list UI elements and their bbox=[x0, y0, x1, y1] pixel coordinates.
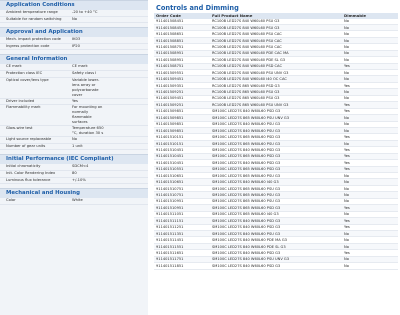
spec-value: White bbox=[72, 198, 83, 203]
spec-label: Optical cover/lens type bbox=[6, 77, 49, 82]
section-title: Application Conditions bbox=[0, 0, 148, 10]
order-code-cell: 911401511851 bbox=[154, 262, 210, 270]
spec-value: +/-10% bbox=[72, 177, 86, 182]
section-title: Approval and Application bbox=[0, 27, 148, 38]
general-information-section: General Information CE mark CE mark Prot… bbox=[0, 54, 148, 151]
mechanical-housing-section: Mechanical and Housing Color White bbox=[0, 188, 148, 205]
spec-row: Driver included Yes bbox=[0, 99, 148, 106]
spec-label: Mech. impact protection code bbox=[6, 37, 61, 42]
spec-value: CE mark bbox=[72, 64, 88, 69]
section-title: General Information bbox=[0, 54, 148, 65]
spec-value: No bbox=[72, 137, 78, 142]
spec-row: Init. Color Rendering Index 80 bbox=[0, 171, 148, 178]
spec-row: Color White bbox=[0, 198, 148, 205]
spec-value: IP20 bbox=[72, 43, 81, 48]
approval-application-section: Approval and Application Mech. impact pr… bbox=[0, 27, 148, 51]
spec-value: Variable lower- lens array or polycarbon… bbox=[72, 77, 100, 97]
spec-label: CE mark bbox=[6, 64, 22, 69]
spec-label: Flammability mark bbox=[6, 105, 41, 110]
spec-row: Protection class IEC Safety class I bbox=[0, 71, 148, 78]
table-row: 911401511851 SM100C LED27S 840 W60L60 PSD… bbox=[154, 262, 398, 270]
spec-row: Ingress protection code IP20 bbox=[0, 44, 148, 51]
controls-table: Order Code Full Product Name Dimmable 91… bbox=[154, 13, 398, 270]
spec-row: CE mark CE mark bbox=[0, 64, 148, 71]
spec-value: -20 to +40 °C bbox=[72, 10, 98, 14]
controls-table-body: 911401508451 RC100B LED27S 840 W60L60 PSU… bbox=[154, 18, 398, 270]
spec-label: Driver included bbox=[6, 98, 35, 103]
spec-label: Protection class IEC bbox=[6, 70, 43, 75]
controls-dimming-panel: Controls and Dimming Order Code Full Pro… bbox=[152, 0, 400, 315]
dimmable-cell: No bbox=[342, 262, 398, 270]
spec-label: Ingress protection code bbox=[6, 43, 50, 48]
spec-row: Ambient temperature range -20 to +40 °C bbox=[0, 10, 148, 17]
spec-value: SDCM<4 bbox=[72, 164, 89, 169]
spec-value: Temperature 650 °C, duration 30 s bbox=[72, 126, 104, 136]
spec-value: 80 bbox=[72, 170, 77, 175]
spec-row: Number of gear units 1 unit bbox=[0, 144, 148, 151]
spec-value: No bbox=[72, 16, 78, 21]
spec-label: Initial chromaticity bbox=[6, 164, 41, 169]
spec-row: Mech. impact protection code IK03 bbox=[0, 37, 148, 44]
spec-value: Safety class I bbox=[72, 70, 97, 75]
spec-label: Luminous flux tolerance bbox=[6, 177, 51, 182]
spec-label: Ambient temperature range bbox=[6, 10, 58, 14]
specifications-panel: Application Conditions Ambient temperatu… bbox=[0, 0, 148, 315]
spec-label: Init. Color Rendering Index bbox=[6, 170, 56, 175]
spec-row: Luminous flux tolerance +/-10% bbox=[0, 178, 148, 185]
spec-row: Light source replaceable No bbox=[0, 137, 148, 144]
spec-value: For mounting on normally flammable surfa… bbox=[72, 105, 103, 125]
product-name-cell: SM100C LED27S 840 W60L60 PSD G3 bbox=[210, 262, 342, 270]
section-title: Initial Performance (IEC Compliant) bbox=[0, 154, 148, 165]
spec-row: Initial chromaticity SDCM<4 bbox=[0, 164, 148, 171]
spec-label: Glow-wire test bbox=[6, 126, 33, 131]
spec-value: Yes bbox=[72, 98, 78, 103]
spec-row: Suitable for random switching No bbox=[0, 17, 148, 24]
spec-row: Optical cover/lens type Variable lower- … bbox=[0, 78, 148, 99]
section-title: Mechanical and Housing bbox=[0, 188, 148, 199]
application-conditions-section: Application Conditions Ambient temperatu… bbox=[0, 0, 148, 24]
spec-value: IK03 bbox=[72, 37, 81, 42]
spec-row: Glow-wire test Temperature 650 °C, durat… bbox=[0, 126, 148, 138]
controls-title: Controls and Dimming bbox=[156, 4, 239, 12]
spec-label: Light source replaceable bbox=[6, 137, 52, 142]
spec-label: Suitable for random switching bbox=[6, 16, 62, 21]
initial-performance-section: Initial Performance (IEC Compliant) Init… bbox=[0, 154, 148, 185]
spec-row: Flammability mark For mounting on normal… bbox=[0, 105, 148, 127]
spec-label: Number of gear units bbox=[6, 143, 46, 148]
spec-label: Color bbox=[6, 198, 16, 203]
spec-value: 1 unit bbox=[72, 143, 83, 148]
